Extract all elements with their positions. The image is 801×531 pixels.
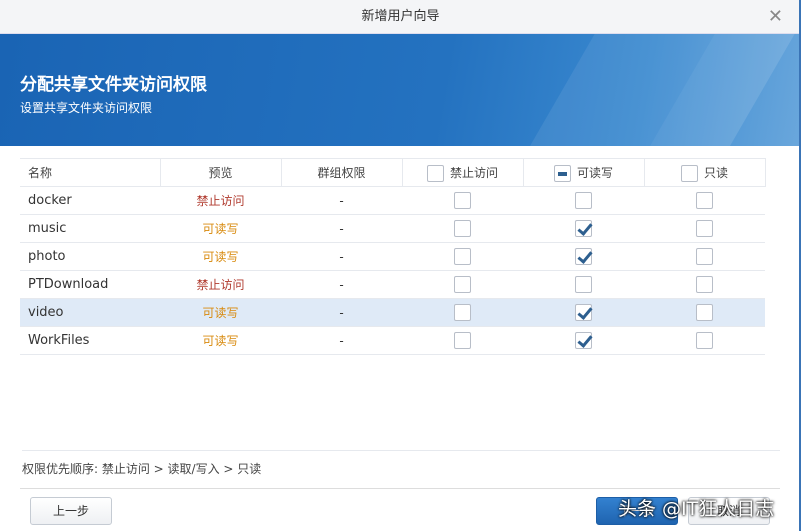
table-row[interactable]: docker 禁止访问 -: [20, 186, 765, 215]
close-icon[interactable]: ✕: [768, 0, 783, 34]
ro-checkbox[interactable]: [696, 248, 713, 265]
col-group: 群组权限: [281, 158, 403, 187]
group-permission: -: [281, 270, 402, 299]
col-ro[interactable]: 只读: [644, 158, 766, 187]
window-title: 新增用户向导: [361, 9, 440, 24]
banner: 分配共享文件夹访问权限 设置共享文件夹访问权限: [0, 34, 801, 146]
deny-checkbox[interactable]: [454, 332, 471, 349]
deny-checkbox[interactable]: [454, 220, 471, 237]
preview-status: 禁止访问: [160, 270, 281, 299]
table-row[interactable]: PTDownload 禁止访问 -: [20, 270, 765, 299]
deny-checkbox[interactable]: [454, 248, 471, 265]
deny-all-checkbox[interactable]: [426, 164, 444, 182]
folder-name: WorkFiles: [20, 326, 160, 355]
rw-checkbox[interactable]: [575, 192, 592, 209]
ro-checkbox[interactable]: [696, 304, 713, 321]
group-permission: -: [281, 214, 402, 243]
ro-checkbox[interactable]: [696, 276, 713, 293]
table-row[interactable]: video 可读写 -: [20, 298, 765, 327]
group-permission: -: [281, 326, 402, 355]
table-row[interactable]: WorkFiles 可读写 -: [20, 326, 765, 355]
folder-name: video: [20, 298, 160, 327]
table-row[interactable]: photo 可读写 -: [20, 242, 765, 271]
deny-checkbox[interactable]: [454, 304, 471, 321]
folder-name: PTDownload: [20, 270, 160, 299]
priority-note: 权限优先顺序: 禁止访问 > 读取/写入 > 只读: [22, 450, 780, 477]
group-permission: -: [281, 186, 402, 215]
rw-checkbox[interactable]: [575, 248, 592, 265]
preview-status: 可读写: [160, 326, 281, 355]
rw-checkbox[interactable]: [575, 220, 592, 237]
col-rw[interactable]: 可读写: [523, 158, 645, 187]
table-row[interactable]: music 可读写 -: [20, 214, 765, 243]
group-permission: -: [281, 242, 402, 271]
preview-status: 可读写: [160, 214, 281, 243]
preview-status: 可读写: [160, 298, 281, 327]
preview-status: 禁止访问: [160, 186, 281, 215]
group-permission: -: [281, 298, 402, 327]
ro-checkbox[interactable]: [696, 332, 713, 349]
title-bar: 新增用户向导 ✕: [0, 0, 801, 34]
folder-name: music: [20, 214, 160, 243]
footer-divider: [20, 488, 780, 489]
ro-all-checkbox[interactable]: [680, 164, 698, 182]
rw-checkbox[interactable]: [575, 276, 592, 293]
back-button[interactable]: 上一步: [30, 497, 112, 525]
watermark: 头条 @IT狂人日志: [618, 498, 775, 520]
folder-name: photo: [20, 242, 160, 271]
ro-checkbox[interactable]: [696, 220, 713, 237]
col-name: 名称: [20, 158, 161, 187]
ro-checkbox[interactable]: [696, 192, 713, 209]
col-preview: 预览: [160, 158, 282, 187]
deny-checkbox[interactable]: [454, 192, 471, 209]
permissions-table: 名称 预览 群组权限 禁止访问 可读写 只读 docker 禁止访问 - mus…: [20, 158, 766, 355]
preview-status: 可读写: [160, 242, 281, 271]
deny-checkbox[interactable]: [454, 276, 471, 293]
folder-name: docker: [20, 186, 160, 215]
col-deny[interactable]: 禁止访问: [402, 158, 524, 187]
rw-all-checkbox[interactable]: [553, 164, 571, 182]
rw-checkbox[interactable]: [575, 304, 592, 321]
rw-checkbox[interactable]: [575, 332, 592, 349]
